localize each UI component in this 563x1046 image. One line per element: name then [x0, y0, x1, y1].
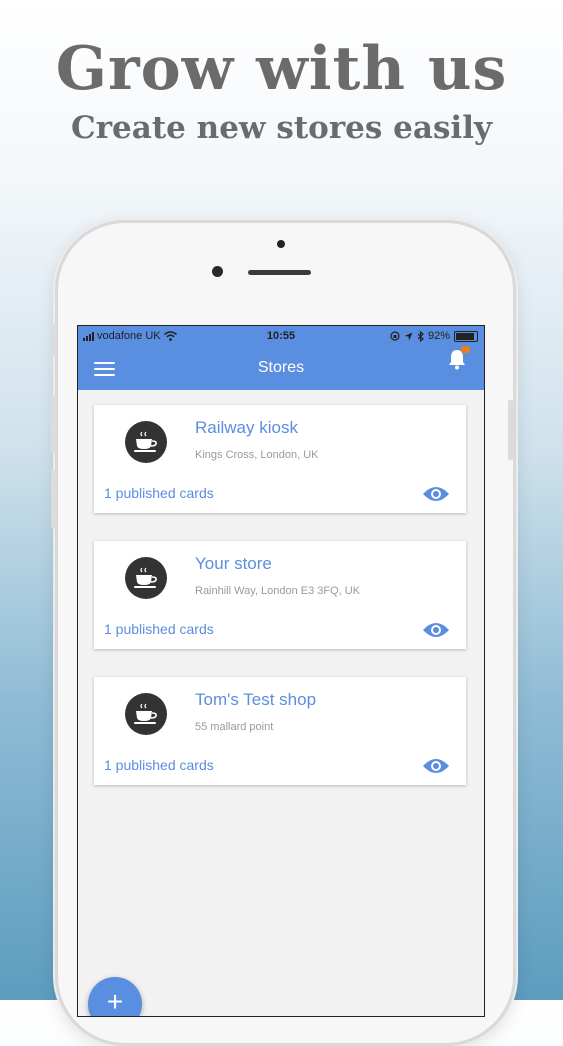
notification-badge [461, 346, 470, 353]
status-bar: vodafone UK 10:55 92% [78, 326, 484, 348]
phone-power-button [508, 400, 513, 460]
location-icon [404, 332, 413, 340]
eye-icon[interactable] [422, 757, 450, 775]
store-name[interactable]: Your store [195, 554, 272, 574]
eye-icon[interactable] [422, 485, 450, 503]
store-card[interactable]: Railway kiosk Kings Cross, London, UK 1 … [94, 405, 466, 513]
published-cards-count: 1 published cards [104, 485, 214, 501]
add-store-button[interactable]: + [88, 977, 142, 1016]
page-title: Stores [257, 359, 305, 376]
promo-headline: Grow with us [55, 34, 508, 104]
lock-rotation-icon [390, 331, 400, 341]
promo-subline: Create new stores easily [71, 110, 492, 146]
published-cards-count: 1 published cards [104, 621, 214, 637]
store-name[interactable]: Tom's Test shop [195, 690, 316, 710]
phone-speaker [248, 270, 311, 275]
store-card[interactable]: Tom's Test shop 55 mallard point 1 publi… [94, 677, 466, 785]
phone-volume-down [51, 470, 56, 528]
published-cards-count: 1 published cards [104, 757, 214, 773]
eye-icon[interactable] [422, 621, 450, 639]
phone-sensor [277, 240, 285, 248]
phone-volume-up [51, 395, 56, 453]
store-address: 55 mallard point [195, 721, 274, 733]
store-card[interactable]: Your store Rainhill Way, London E3 3FQ, … [94, 541, 466, 649]
app-screen: vodafone UK 10:55 92% Stores Railway kio… [77, 325, 485, 1017]
battery-percent: 92% [427, 330, 450, 342]
store-address: Rainhill Way, London E3 3FQ, UK [195, 585, 361, 597]
bluetooth-icon [417, 330, 424, 342]
coffee-cup-icon [125, 421, 167, 463]
store-name[interactable]: Railway kiosk [195, 418, 298, 438]
app-bar: Stores [78, 346, 484, 390]
coffee-cup-icon [125, 557, 167, 599]
status-right: 92% [390, 330, 478, 342]
coffee-cup-icon [125, 693, 167, 735]
phone-camera [212, 266, 223, 277]
battery-icon [454, 330, 478, 342]
phone-mute-switch [51, 325, 56, 355]
store-address: Kings Cross, London, UK [195, 449, 319, 461]
